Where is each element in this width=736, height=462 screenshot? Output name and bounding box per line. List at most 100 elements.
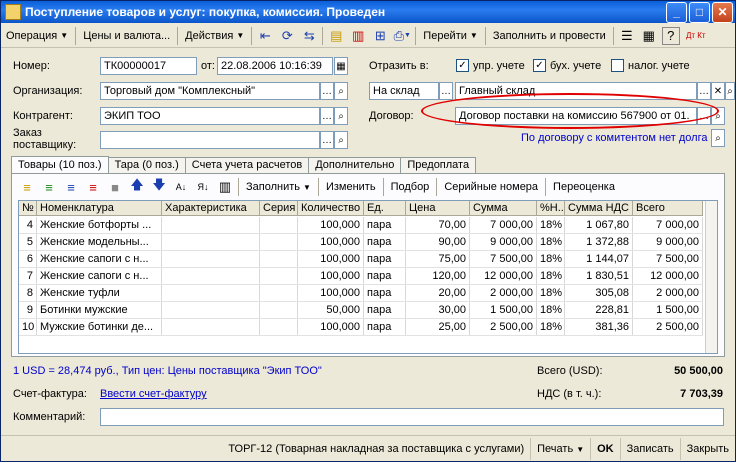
table-row[interactable]: 6 Женские сапоги с н... 100,000 пара 75,00 7 … <box>19 251 703 268</box>
cell-price[interactable]: 75,00 <box>406 251 470 267</box>
prices-button[interactable]: Цены и валюта... <box>78 26 175 46</box>
fill-menu[interactable]: Заполнить ▼ <box>241 177 316 197</box>
save-button[interactable]: Записать <box>621 437 681 460</box>
col-header[interactable]: Ед. <box>364 201 406 215</box>
tab-prepayment[interactable]: Предоплата <box>400 157 477 173</box>
cell-vat-rate[interactable]: 18% <box>537 285 565 301</box>
dt-kt-button[interactable]: Дт Кт <box>682 26 710 46</box>
cell-unit[interactable]: пара <box>364 251 406 267</box>
cell-sum[interactable]: 1 500,00 <box>470 302 537 318</box>
cell-price[interactable]: 30,00 <box>406 302 470 318</box>
cell-char[interactable] <box>162 251 260 267</box>
cell-vat-sum[interactable]: 228,81 <box>565 302 633 318</box>
calendar-icon[interactable]: ▦ <box>334 57 348 75</box>
cell-price[interactable]: 90,00 <box>406 234 470 250</box>
cell-item[interactable]: Мужские ботинки де... <box>37 319 162 335</box>
contract-select-button[interactable]: … <box>697 107 711 125</box>
contractor-field[interactable]: ЭКИП ТОО <box>100 107 320 125</box>
cell-qty[interactable]: 100,000 <box>298 251 364 267</box>
cell-num[interactable]: 10 <box>19 319 37 335</box>
cell-unit[interactable]: пара <box>364 234 406 250</box>
copy-row-icon[interactable]: ≡ <box>38 177 60 197</box>
contractor-select-button[interactable]: … <box>320 107 334 125</box>
operation-menu[interactable]: Операция ▼ <box>1 26 73 46</box>
upr-checkbox[interactable]: ✓ <box>456 59 469 72</box>
help-button[interactable]: ? <box>661 26 680 45</box>
cell-num[interactable]: 9 <box>19 302 37 318</box>
barcode-icon[interactable]: ▥ <box>214 177 236 197</box>
edit-row-icon[interactable]: ≡ <box>60 177 82 197</box>
revaluation-button[interactable]: Переоценка <box>548 177 620 197</box>
ok-button[interactable]: OK <box>591 437 621 460</box>
table-row[interactable]: 10 Мужские ботинки де... 100,000 пара 25,00 2… <box>19 319 703 336</box>
table-icon[interactable]: ▦ <box>638 26 660 46</box>
cell-qty[interactable]: 50,000 <box>298 302 364 318</box>
refresh-icon[interactable]: ⟳ <box>276 26 298 46</box>
cell-price[interactable]: 120,00 <box>406 268 470 284</box>
end-edit-icon[interactable]: ■ <box>104 177 126 197</box>
table-row[interactable]: 9 Ботинки мужские 50,000 пара 30,00 1 500,00 1… <box>19 302 703 319</box>
cell-unit[interactable]: пара <box>364 268 406 284</box>
cell-sum[interactable]: 2 500,00 <box>470 319 537 335</box>
cell-sum[interactable]: 7 000,00 <box>470 217 537 233</box>
cell-char[interactable] <box>162 319 260 335</box>
buh-checkbox[interactable]: ✓ <box>533 59 546 72</box>
cell-series[interactable] <box>260 251 298 267</box>
order-open-icon[interactable]: ⌕ <box>334 131 348 149</box>
col-header[interactable]: Серия <box>260 201 298 215</box>
stock-type-field[interactable]: На склад <box>369 82 439 100</box>
cell-unit[interactable]: пара <box>364 285 406 301</box>
cell-vat-sum[interactable]: 1 144,07 <box>565 251 633 267</box>
cell-price[interactable]: 25,00 <box>406 319 470 335</box>
cell-series[interactable] <box>260 285 298 301</box>
warehouse-clear-icon[interactable]: ✕ <box>711 82 725 100</box>
tab-goods[interactable]: Товары (10 поз.) <box>11 156 109 173</box>
rate-link[interactable]: 1 USD = 28,474 руб., Тип цен: Цены поста… <box>13 365 322 377</box>
vertical-scrollbar[interactable] <box>705 201 717 353</box>
invoice-link[interactable]: Ввести счет-фактуру <box>100 388 207 400</box>
cell-vat-rate[interactable]: 18% <box>537 217 565 233</box>
cell-sum[interactable]: 2 000,00 <box>470 285 537 301</box>
copy-doc-icon[interactable]: ⇆ <box>298 26 320 46</box>
cell-char[interactable] <box>162 217 260 233</box>
sort-desc-icon[interactable]: Я↓ <box>192 177 214 197</box>
cell-num[interactable]: 5 <box>19 234 37 250</box>
col-header[interactable]: Всего <box>633 201 703 215</box>
col-header[interactable]: Сумма <box>470 201 537 215</box>
cell-vat-rate[interactable]: 18% <box>537 234 565 250</box>
cell-price[interactable]: 70,00 <box>406 217 470 233</box>
cell-item[interactable]: Женские туфли <box>37 285 162 301</box>
post-icon[interactable]: ▤ <box>325 26 347 46</box>
goto-menu[interactable]: Перейти ▼ <box>418 26 483 46</box>
comment-field[interactable] <box>100 408 724 426</box>
cell-vat-sum[interactable]: 381,36 <box>565 319 633 335</box>
cell-vat-sum[interactable]: 1 067,80 <box>565 217 633 233</box>
col-header[interactable]: Номенклатура <box>37 201 162 215</box>
cell-char[interactable] <box>162 268 260 284</box>
sort-asc-icon[interactable]: A↓ <box>170 177 192 197</box>
cell-qty[interactable]: 100,000 <box>298 234 364 250</box>
cell-price[interactable]: 20,00 <box>406 285 470 301</box>
cell-total[interactable]: 1 500,00 <box>633 302 703 318</box>
select-button[interactable]: Подбор <box>386 177 435 197</box>
move-up-icon[interactable]: 🡅 <box>126 177 148 197</box>
cell-vat-rate[interactable]: 18% <box>537 302 565 318</box>
cell-series[interactable] <box>260 319 298 335</box>
change-button[interactable]: Изменить <box>321 177 381 197</box>
serial-button[interactable]: Серийные номера <box>439 177 543 197</box>
cell-vat-rate[interactable]: 18% <box>537 268 565 284</box>
contract-field[interactable]: Договор поставки на комиссию 567900 от 0… <box>455 107 697 125</box>
commission-open-icon[interactable]: ⌕ <box>711 129 725 147</box>
cell-item[interactable]: Женские ботфорты ... <box>37 217 162 233</box>
cell-char[interactable] <box>162 285 260 301</box>
date-field[interactable]: 22.08.2006 10:16:39 <box>217 57 333 75</box>
warehouse-field[interactable]: Главный склад <box>455 82 697 100</box>
cell-char[interactable] <box>162 302 260 318</box>
cell-qty[interactable]: 100,000 <box>298 285 364 301</box>
cell-char[interactable] <box>162 234 260 250</box>
cell-vat-sum[interactable]: 305,08 <box>565 285 633 301</box>
cell-total[interactable]: 12 000,00 <box>633 268 703 284</box>
cell-series[interactable] <box>260 302 298 318</box>
nalog-checkbox[interactable] <box>611 59 624 72</box>
table-row[interactable]: 7 Женские сапоги с н... 100,000 пара 120,00 1… <box>19 268 703 285</box>
